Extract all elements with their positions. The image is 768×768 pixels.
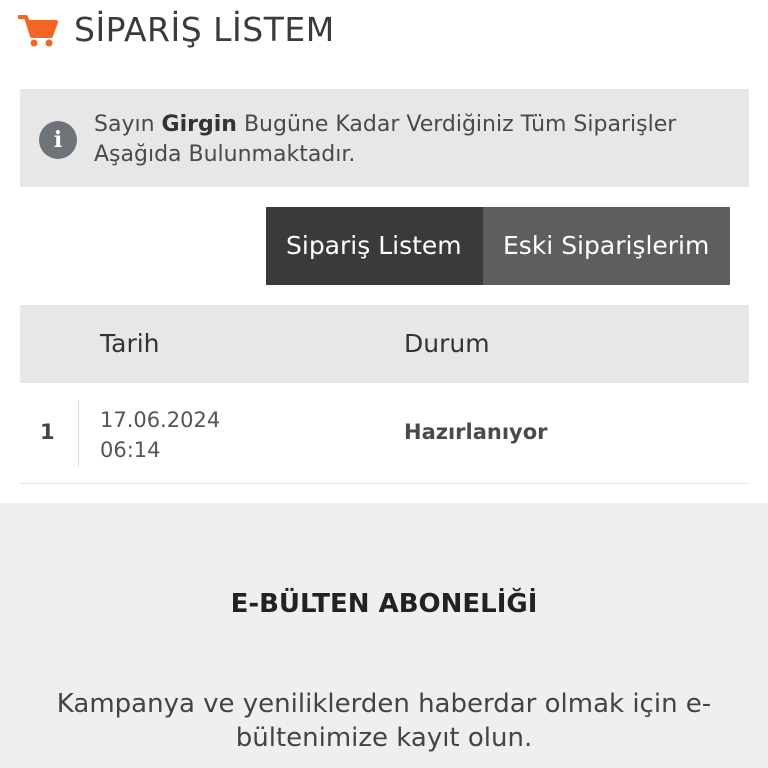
newsletter-section: E-BÜLTEN ABONELİĞİ Kampanya ve yenilikle… [0, 503, 768, 768]
order-date-day: 17.06.2024 [100, 408, 221, 432]
table-row[interactable]: 1 17.06.2024 06:14 Hazırlanıyor [20, 384, 749, 484]
order-status: Hazırlanıyor [404, 420, 548, 444]
page-title: SİPARİŞ LİSTEM [74, 10, 335, 49]
column-header-status: Durum [404, 329, 490, 358]
order-date: 17.06.2024 06:14 [100, 405, 220, 465]
info-icon: i [39, 121, 77, 159]
tab-siparis-listem[interactable]: Sipariş Listem [266, 207, 483, 285]
row-divider [78, 400, 79, 467]
tab-eski-siparislerim[interactable]: Eski Siparişlerim [483, 207, 730, 285]
order-date-time: 06:14 [100, 438, 161, 462]
info-message-box: i Sayın Girgin Bugüne Kadar Verdiğiniz T… [20, 89, 749, 187]
row-index: 1 [40, 420, 55, 444]
info-message: Sayın Girgin Bugüne Kadar Verdiğiniz Tüm… [94, 110, 734, 170]
newsletter-title: E-BÜLTEN ABONELİĞİ [230, 589, 538, 619]
page-header: SİPARİŞ LİSTEM [0, 0, 768, 64]
shopping-cart-icon [18, 15, 58, 47]
info-greeting: Sayın [94, 112, 155, 137]
order-tabs: Sipariş Listem Eski Siparişlerim [266, 207, 730, 285]
user-name: Girgin [161, 112, 237, 137]
orders-table-header: Tarih Durum [20, 305, 749, 383]
newsletter-text: Kampanya ve yeniliklerden haberdar olmak… [56, 689, 712, 753]
column-header-date: Tarih [100, 329, 160, 358]
